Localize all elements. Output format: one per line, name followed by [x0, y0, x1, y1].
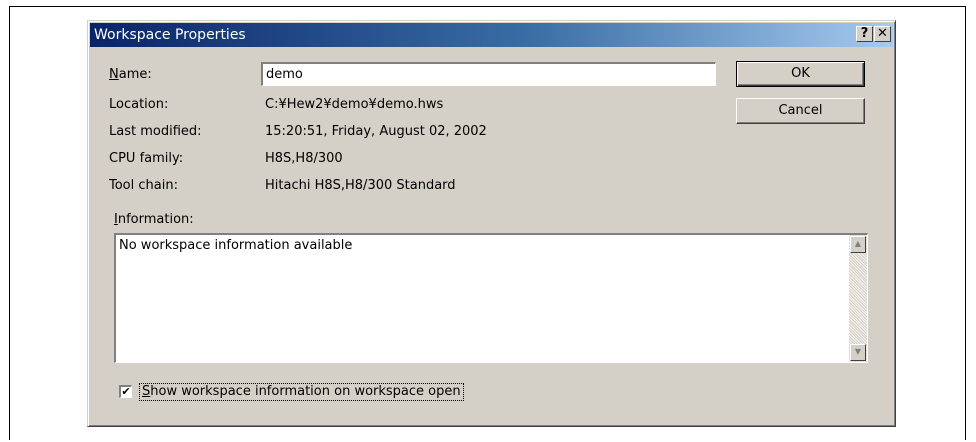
title-bar[interactable]: Workspace Properties ? ✕: [90, 23, 893, 47]
name-input[interactable]: [261, 62, 716, 86]
information-scrollbar[interactable]: ▲ ▼: [849, 235, 867, 362]
cpu-family-value: H8S,H8/300: [265, 151, 343, 166]
close-button[interactable]: ✕: [874, 26, 891, 42]
information-label-text: nformation:: [117, 212, 194, 227]
tool-chain-label: Tool chain:: [109, 178, 178, 193]
name-label-accesskey: N: [109, 67, 119, 82]
last-modified-label: Last modified:: [109, 124, 202, 139]
dialog-title: Workspace Properties: [94, 27, 246, 43]
help-button[interactable]: ?: [856, 26, 873, 42]
workspace-properties-dialog: Workspace Properties ? ✕ Name: Location:…: [87, 20, 896, 427]
show-info-checkbox-label[interactable]: Show workspace information on workspace …: [139, 383, 464, 401]
cancel-button[interactable]: Cancel: [736, 98, 865, 124]
name-label-text: ame:: [118, 67, 152, 82]
last-modified-value: 15:20:51, Friday, August 02, 2002: [265, 124, 487, 139]
location-value: C:¥Hew2¥demo¥demo.hws: [265, 97, 444, 112]
name-label: Name:: [109, 67, 152, 83]
cpu-family-label: CPU family:: [109, 151, 184, 166]
show-info-label-text: how workspace information on workspace o…: [150, 384, 461, 399]
information-textarea[interactable]: No workspace information available ▲ ▼: [114, 233, 868, 363]
show-info-checkbox[interactable]: ✔: [119, 385, 132, 398]
scroll-up-arrow-icon[interactable]: ▲: [850, 236, 866, 253]
location-label: Location:: [109, 97, 169, 112]
information-text: No workspace information available: [119, 238, 353, 253]
information-label: Information:: [114, 212, 194, 228]
tool-chain-value: Hitachi H8S,H8/300 Standard: [265, 178, 456, 193]
scroll-down-arrow-icon[interactable]: ▼: [850, 344, 866, 361]
ok-button[interactable]: OK: [736, 61, 865, 87]
